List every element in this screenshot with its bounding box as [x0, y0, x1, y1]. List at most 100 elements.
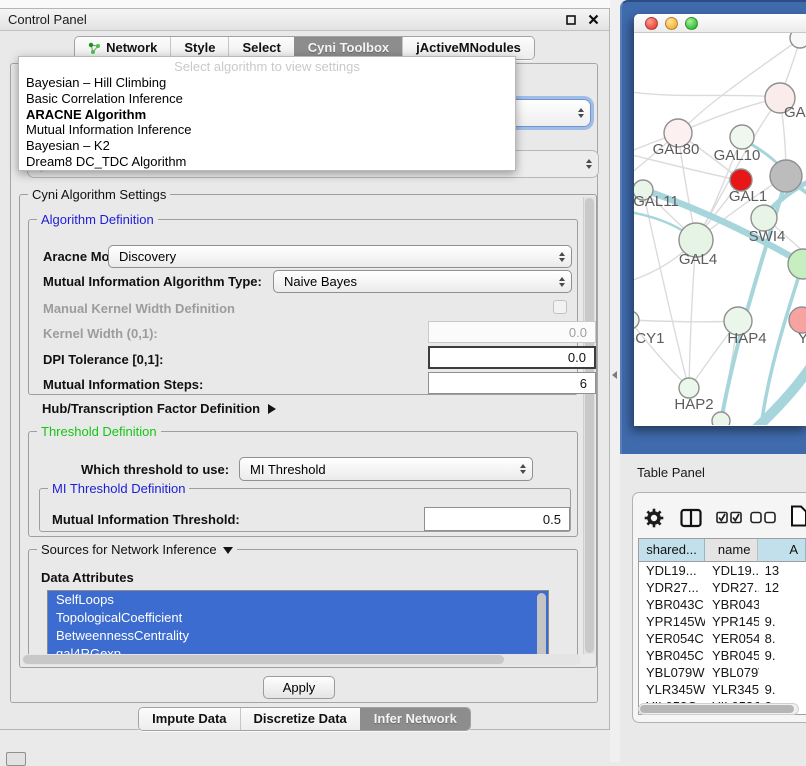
grid-mode-icon[interactable]	[6, 752, 26, 766]
minimize-button[interactable]	[665, 17, 678, 30]
cyni-algorithm-settings-group: Cyni Algorithm Settings Algorithm Defini…	[19, 194, 597, 668]
manual-kernel-label: Manual Kernel Width Definition	[43, 301, 235, 316]
settings-horizontal-scrollbar[interactable]	[22, 654, 581, 665]
tab-label: Impute Data	[152, 711, 226, 727]
node-gal10[interactable]	[730, 125, 754, 149]
aracne-mode-value: Discovery	[119, 249, 176, 264]
node[interactable]	[770, 160, 802, 192]
cell: YER054C	[639, 630, 705, 647]
table-row[interactable]: YLR345WYLR345W9.	[639, 681, 806, 698]
algorithm-option-mutual-information-inference[interactable]: Mutual Information Inference	[19, 122, 515, 138]
tab-label: Select	[242, 40, 280, 56]
network-window: GALGAL80GAL10GAL11GAL1SWI4GAL4GCY1HAP4YH…	[634, 14, 806, 426]
mi-type-label: Mutual Information Algorithm Type:	[43, 274, 262, 289]
document-icon[interactable]	[790, 505, 806, 532]
table-horizontal-scrollbar[interactable]	[638, 703, 799, 715]
settings-vertical-scrollbar[interactable]	[583, 197, 595, 654]
algorithm-option-aracne-algorithm[interactable]: ARACNE Algorithm	[19, 107, 515, 123]
node-gcy1[interactable]	[634, 311, 639, 329]
mi-steps-field[interactable]: 6	[428, 372, 596, 394]
panel-divider[interactable]	[610, 0, 620, 762]
close-icon[interactable]	[588, 14, 599, 25]
tab-infer-network[interactable]: Infer Network	[360, 708, 470, 730]
float-window-icon[interactable]	[566, 15, 576, 25]
algorithm-option-bayesian-k2[interactable]: Bayesian – K2	[19, 138, 515, 154]
network-view-frame: GALGAL80GAL10GAL11GAL1SWI4GAL4GCY1HAP4YH…	[620, 0, 806, 454]
table-panel-title: Table Panel	[637, 465, 705, 480]
which-threshold-combo[interactable]: MI Threshold	[239, 457, 533, 481]
bottom-tabbar: Impute Data Discretize Data Infer Network	[0, 707, 609, 731]
column-layout-icon[interactable]	[680, 508, 702, 533]
algorithm-option-bayesian-hill-climbing[interactable]: Bayesian – Hill Climbing	[19, 75, 515, 91]
node[interactable]	[790, 33, 806, 48]
column-header-shared[interactable]: shared...	[639, 539, 705, 562]
hide-columns-icon[interactable]	[750, 511, 777, 530]
settings-group-title: Cyni Algorithm Settings	[28, 187, 170, 202]
cell	[759, 596, 806, 613]
column-header-a[interactable]: A	[758, 539, 806, 562]
list-scrollbar[interactable]	[537, 593, 546, 659]
table-row[interactable]: YBR043CYBR043C	[639, 596, 806, 613]
show-columns-icon[interactable]	[716, 511, 743, 530]
threshold-definition-group: Threshold Definition Which threshold to …	[28, 431, 578, 537]
table-row[interactable]: YDR27...YDR27...12	[639, 579, 806, 596]
cell: YDR27...	[639, 579, 705, 596]
tab-impute-data[interactable]: Impute Data	[139, 708, 239, 730]
mi-algorithm-type-combo[interactable]: Naive Bayes	[273, 270, 572, 293]
node-label: GAL4	[679, 251, 717, 268]
apply-button[interactable]: Apply	[263, 676, 335, 699]
gear-icon[interactable]	[644, 508, 664, 533]
cell: 9.	[759, 681, 806, 698]
node-hap2[interactable]	[679, 378, 699, 398]
node-table: shared...nameA YDL19...YDL19...13YDR27..…	[638, 538, 806, 715]
table-row[interactable]: YDL19...YDL19...13	[639, 562, 806, 579]
data-attributes-list[interactable]: SelfLoopsTopologicalCoefficientBetweenne…	[47, 590, 549, 662]
mi-steps-label: Mutual Information Steps:	[43, 377, 203, 392]
sources-title[interactable]: Sources for Network Inference	[37, 542, 237, 557]
threshold-definition-title: Threshold Definition	[37, 424, 161, 439]
attribute-option-topologicalcoefficient[interactable]: TopologicalCoefficient	[48, 609, 548, 627]
zoom-button[interactable]	[685, 17, 698, 30]
algorithm-option-dream8-dc-tdc-algorithm[interactable]: Dream8 DC_TDC Algorithm	[19, 154, 515, 170]
cell: YDR27...	[705, 579, 759, 596]
dpi-tolerance-field[interactable]: 0.0	[428, 346, 596, 369]
cell	[759, 664, 806, 681]
algorithm-option-basic-correlation-inference[interactable]: Basic Correlation Inference	[19, 91, 515, 107]
cell: YBR043C	[705, 596, 759, 613]
network-window-titlebar[interactable]	[634, 14, 806, 33]
table-row[interactable]: YPR145WYPR145W9.	[639, 613, 806, 630]
table-row[interactable]: YBL079WYBL079W	[639, 664, 806, 681]
hub-definition-label: Hub/Transcription Factor Definition	[42, 401, 260, 416]
network-canvas[interactable]: GALGAL80GAL10GAL11GAL1SWI4GAL4GCY1HAP4YH…	[634, 33, 806, 425]
tab-discretize-data[interactable]: Discretize Data	[240, 708, 360, 730]
sources-group: Sources for Network Inference Data Attri…	[28, 549, 578, 662]
tab-label: Infer Network	[374, 711, 457, 727]
attribute-option-selfloops[interactable]: SelfLoops	[48, 591, 548, 609]
node-label: SWI4	[749, 228, 786, 245]
cell: YLR345W	[639, 681, 705, 698]
table-row[interactable]: YER054CYER054C8.	[639, 630, 806, 647]
manual-kernel-checkbox	[553, 300, 567, 314]
mi-threshold-definition-group: MI Threshold Definition Mutual Informati…	[39, 488, 571, 532]
table-row[interactable]: YBR045CYBR045C9.	[639, 647, 806, 664]
hub-definition-expander[interactable]: Hub/Transcription Factor Definition	[42, 401, 276, 416]
cell: YBR045C	[639, 647, 705, 664]
aracne-mode-combo[interactable]: Discovery	[108, 245, 572, 268]
tab-label: Discretize Data	[254, 711, 347, 727]
divider-collapse-icon[interactable]	[612, 371, 617, 379]
close-button[interactable]	[645, 17, 658, 30]
network-icon	[88, 42, 101, 55]
window-background	[0, 0, 620, 8]
node[interactable]	[712, 412, 730, 425]
mi-threshold-field[interactable]: 0.5	[424, 507, 570, 531]
node-label: GCY1	[634, 330, 664, 347]
stepper-icon	[559, 277, 565, 287]
mi-threshold-label: Mutual Information Threshold:	[52, 512, 240, 527]
attribute-option-betweennesscentrality[interactable]: BetweennessCentrality	[48, 627, 548, 645]
table-panel-region: Table Panel	[620, 454, 806, 762]
algorithm-definition-group: Algorithm Definition Aracne Mode: Discov…	[28, 219, 578, 395]
sources-title-text: Sources for Network Inference	[41, 542, 217, 557]
column-header-name[interactable]: name	[705, 539, 759, 562]
table-header-row[interactable]: shared...nameA	[639, 539, 806, 562]
cell: 8.	[759, 630, 806, 647]
